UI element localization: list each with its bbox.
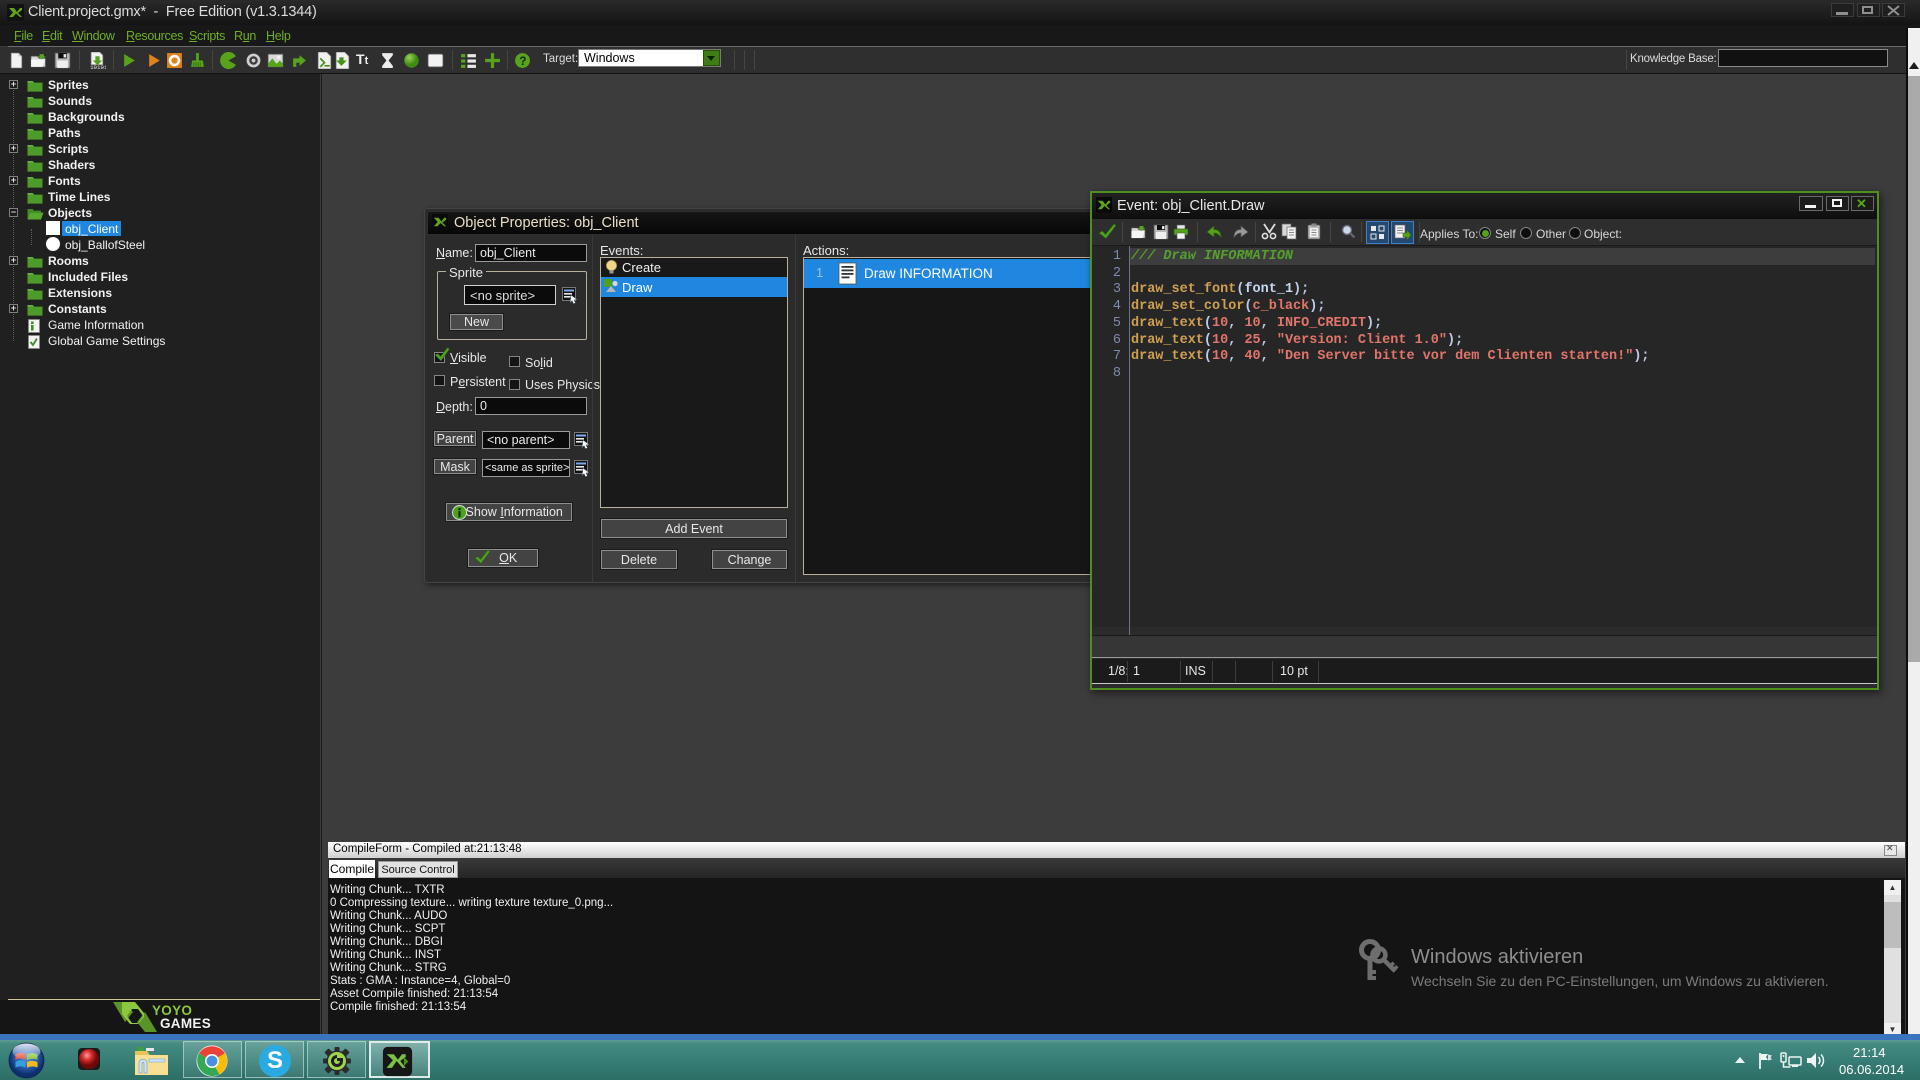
svg-text:10101: 10101 — [90, 64, 106, 69]
svg-text:?: ? — [519, 55, 526, 68]
